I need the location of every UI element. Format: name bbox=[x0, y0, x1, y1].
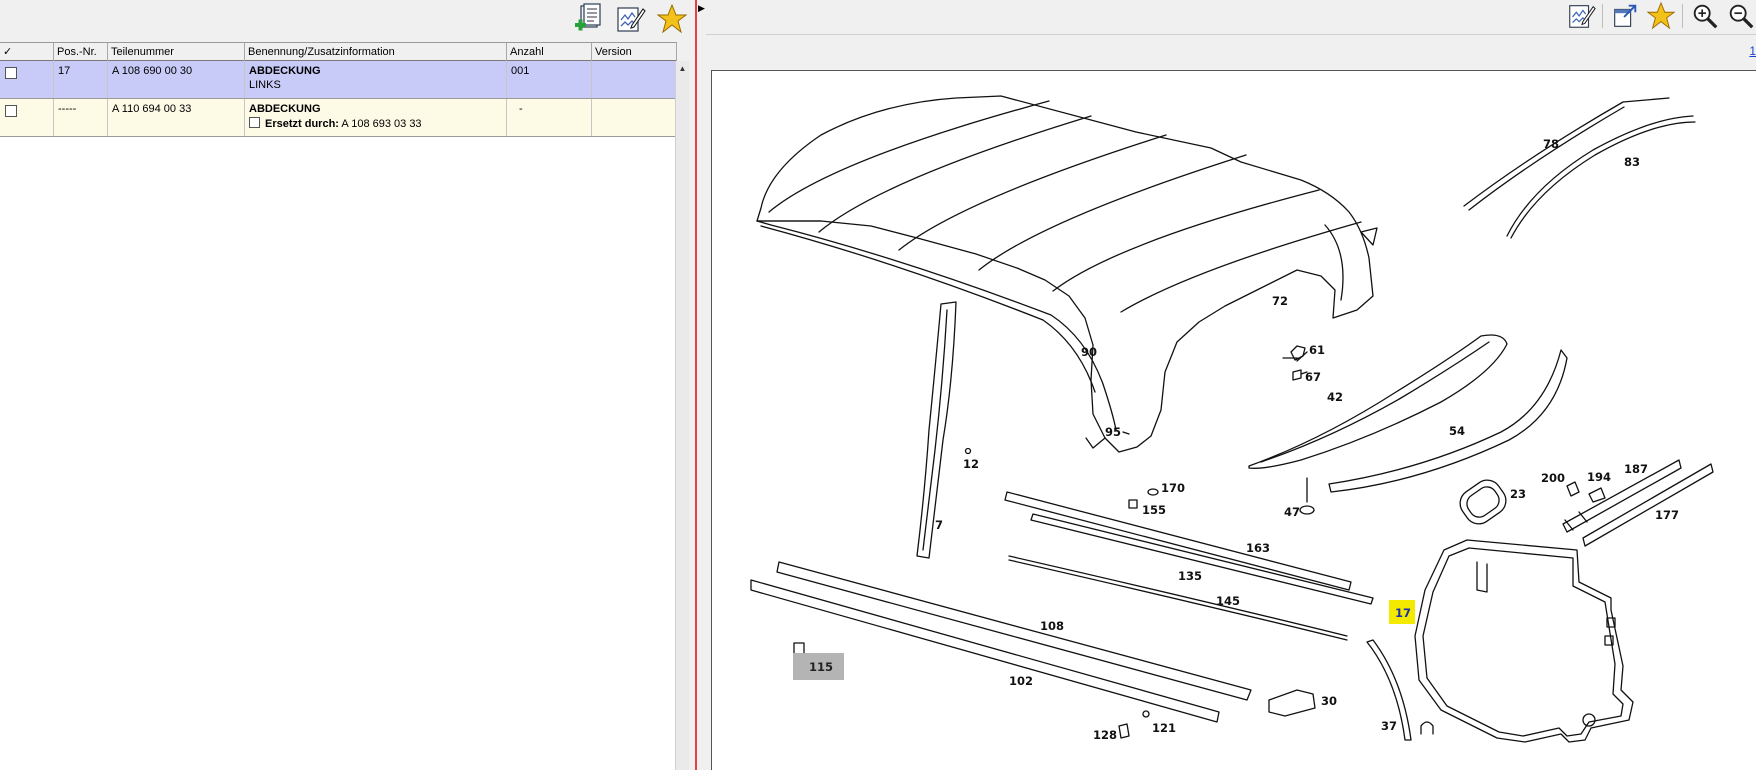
row-description: ABDECKUNG bbox=[249, 65, 321, 77]
pane-splitter[interactable] bbox=[689, 0, 693, 770]
row-checkbox[interactable] bbox=[5, 67, 17, 79]
table-scrollbar[interactable]: ▲ bbox=[675, 61, 689, 770]
callout-108[interactable]: 108 bbox=[1040, 619, 1064, 633]
row-quantity: - bbox=[507, 99, 592, 136]
callout-187[interactable]: 187 bbox=[1624, 462, 1648, 476]
part-102-shape bbox=[750, 579, 1220, 723]
callout-170[interactable]: 170 bbox=[1161, 481, 1185, 495]
callout-155[interactable]: 155 bbox=[1142, 503, 1166, 517]
parts-list-toolbar bbox=[0, 0, 688, 42]
row-description: ABDECKUNG bbox=[249, 103, 321, 115]
part-54-shape bbox=[1328, 349, 1568, 493]
row-quantity: 001 bbox=[507, 61, 592, 98]
row-version bbox=[592, 99, 677, 136]
callout-30[interactable]: 30 bbox=[1321, 694, 1337, 708]
part-90-line-inner bbox=[760, 225, 1096, 393]
diagram-nav-bar: 1 bbox=[706, 34, 1756, 69]
favorite-star-icon[interactable] bbox=[1646, 1, 1676, 31]
row-pos-nr: ----- bbox=[54, 99, 108, 136]
exploded-view-drawing[interactable]: 78 83 72 61 67 90 42 95 54 12 170 155 47… bbox=[711, 70, 1756, 770]
header-quantity[interactable]: Anzahl bbox=[507, 43, 592, 61]
callout-135[interactable]: 135 bbox=[1178, 569, 1202, 583]
callout-67[interactable]: 67 bbox=[1305, 370, 1321, 384]
export-window-icon[interactable] bbox=[1610, 1, 1640, 31]
callout-61[interactable]: 61 bbox=[1309, 343, 1325, 357]
callout-47[interactable]: 47 bbox=[1284, 505, 1300, 519]
diagram-toolbar bbox=[706, 0, 1756, 34]
part-23-shape bbox=[1459, 479, 1507, 525]
row-checkbox[interactable] bbox=[5, 105, 17, 117]
part-90-line bbox=[756, 220, 1117, 431]
callout-83[interactable]: 83 bbox=[1624, 155, 1640, 169]
scroll-up-arrow-icon[interactable]: ▲ bbox=[676, 61, 689, 75]
callout-95[interactable]: 95 bbox=[1105, 425, 1121, 439]
callout-177[interactable]: 177 bbox=[1655, 508, 1679, 522]
page-link[interactable]: 1 bbox=[1749, 44, 1756, 58]
parts-drawing-svg bbox=[750, 95, 1714, 743]
replacement-checkbox[interactable] bbox=[249, 117, 260, 128]
part-42-shape bbox=[1248, 334, 1508, 469]
callout-121[interactable]: 121 bbox=[1152, 721, 1176, 735]
edit-note-icon[interactable] bbox=[614, 3, 646, 35]
part-83-line bbox=[1506, 115, 1694, 237]
callout-128[interactable]: 128 bbox=[1093, 728, 1117, 742]
replacement-part-number[interactable]: A 108 693 03 33 bbox=[341, 118, 421, 130]
header-version[interactable]: Version bbox=[592, 43, 677, 61]
replacement-info: Ersetzt durch: A 108 693 03 33 bbox=[249, 117, 506, 130]
table-header: ✓ Pos.-Nr. Teilenummer Benennung/Zusatzi… bbox=[0, 42, 677, 61]
callout-72[interactable]: 72 bbox=[1272, 294, 1288, 308]
header-check[interactable]: ✓ bbox=[0, 43, 54, 61]
edit-note-icon[interactable] bbox=[1566, 1, 1596, 31]
replacement-label: Ersetzt durch: bbox=[265, 118, 339, 130]
callout-78[interactable]: 78 bbox=[1543, 137, 1559, 151]
callout-23[interactable]: 23 bbox=[1510, 487, 1526, 501]
row-part-number: A 108 690 00 30 bbox=[108, 61, 245, 98]
add-to-list-icon[interactable] bbox=[572, 3, 604, 35]
header-part-number[interactable]: Teilenummer bbox=[108, 43, 245, 61]
row-pos-nr: 17 bbox=[54, 61, 108, 98]
callout-42[interactable]: 42 bbox=[1327, 390, 1343, 404]
table-row[interactable]: 17 A 108 690 00 30 ABDECKUNG LINKS 001 bbox=[0, 61, 677, 99]
callout-7[interactable]: 7 bbox=[935, 518, 943, 532]
collapse-pane-button[interactable]: ▶ bbox=[697, 0, 706, 770]
table-row[interactable]: ----- A 110 694 00 33 ABDECKUNG Ersetzt … bbox=[0, 99, 677, 137]
favorite-star-icon[interactable] bbox=[656, 3, 688, 35]
zoom-in-icon[interactable] bbox=[1690, 1, 1720, 31]
callout-90[interactable]: 90 bbox=[1081, 345, 1097, 359]
callout-37[interactable]: 37 bbox=[1381, 719, 1397, 733]
part-135-shape bbox=[1030, 513, 1374, 605]
diagram-pane: 1 78 83 72 61 67 90 42 95 54 12 170 155 … bbox=[706, 0, 1756, 770]
callout-145[interactable]: 145 bbox=[1216, 594, 1240, 608]
header-pos-nr[interactable]: Pos.-Nr. bbox=[54, 43, 108, 61]
callout-194[interactable]: 194 bbox=[1587, 470, 1611, 484]
part-17-shape bbox=[1414, 539, 1634, 743]
triangle-right-icon: ▶ bbox=[698, 3, 705, 13]
callout-115[interactable]: 115 bbox=[793, 653, 845, 680]
callout-12[interactable]: 12 bbox=[963, 457, 979, 471]
row-version bbox=[592, 61, 677, 98]
row-part-number: A 110 694 00 33 bbox=[108, 99, 245, 136]
roof-canopy-drawing bbox=[756, 95, 1378, 453]
callout-54[interactable]: 54 bbox=[1449, 424, 1465, 438]
callout-17-selected[interactable]: 17 bbox=[1389, 600, 1416, 624]
callout-200[interactable]: 200 bbox=[1541, 471, 1565, 485]
callout-102[interactable]: 102 bbox=[1009, 674, 1033, 688]
row-additional-info: LINKS bbox=[249, 79, 281, 91]
part-30-shape bbox=[1268, 689, 1316, 717]
callout-163[interactable]: 163 bbox=[1246, 541, 1270, 555]
parts-list-pane: ✓ Pos.-Nr. Teilenummer Benennung/Zusatzi… bbox=[0, 0, 688, 770]
header-description[interactable]: Benennung/Zusatzinformation bbox=[245, 43, 507, 61]
zoom-out-icon[interactable] bbox=[1726, 1, 1756, 31]
